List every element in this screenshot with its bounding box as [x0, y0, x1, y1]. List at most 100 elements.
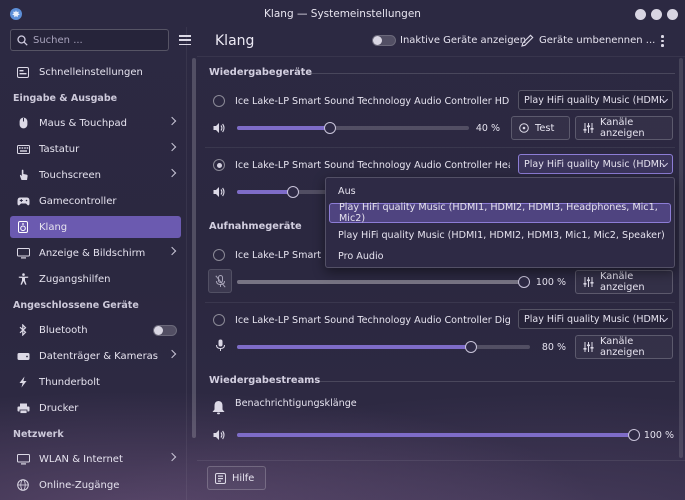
search-field[interactable] — [10, 29, 169, 51]
sidebar-scrollbar[interactable] — [192, 58, 196, 438]
sidebar-item-touchscreen[interactable]: Touchscreen — [10, 164, 181, 186]
help-icon — [215, 472, 226, 484]
recording-device-1-channels-button[interactable]: Kanäle anzeigen — [575, 270, 673, 294]
speaker-volume-icon[interactable] — [212, 121, 226, 135]
sidebar-item-label: Online-Zugänge — [39, 479, 120, 491]
inactive-devices-toggle[interactable] — [372, 35, 396, 46]
settings-window: Klang — Systemeinstellungen Schnelleinst… — [0, 0, 685, 500]
microphone-muted-icon — [215, 275, 226, 288]
row-divider — [205, 302, 675, 303]
playback-device-1-volume-slider[interactable] — [237, 122, 469, 134]
playback-device-2-radio[interactable] — [213, 159, 225, 171]
sidebar-item-storage-cameras[interactable]: Datenträger & Kameras — [10, 345, 181, 367]
content-scrollbar[interactable] — [679, 58, 683, 458]
gamepad-icon — [16, 194, 30, 208]
recording-device-2-radio[interactable] — [213, 314, 225, 326]
recording-device-2-volume-slider[interactable] — [237, 341, 530, 353]
profile-dropdown-menu: Aus Play HiFi quality Music (HDMI1, HDMI… — [325, 177, 675, 268]
speaker-volume-icon[interactable] — [212, 185, 226, 199]
mute-microphone-button[interactable] — [208, 269, 232, 293]
slider-fill — [237, 280, 530, 284]
recording-device-1-radio[interactable] — [213, 249, 225, 261]
profile-option-hifi-speaker[interactable]: Play HiFi quality Music (HDMI1, HDMI2, H… — [329, 225, 671, 245]
help-button[interactable]: Hilfe — [207, 466, 266, 490]
sidebar-item-accessibility[interactable]: Zugangshilfen — [10, 268, 181, 290]
recording-device-1-volume-value: 100 % — [535, 277, 566, 288]
maximize-button[interactable] — [651, 9, 662, 20]
profile-option-pro-audio[interactable]: Pro Audio — [329, 246, 671, 266]
sidebar-item-bluetooth[interactable]: Bluetooth — [10, 319, 181, 341]
globe-icon — [16, 478, 30, 492]
profile-select-value: Play HiFi quality Music (HDMI1, HDMI2, H… — [524, 94, 664, 106]
playback-streams-heading: Wiedergabestreams — [209, 375, 321, 386]
recording-device-2-volume-value: 80 % — [541, 342, 566, 353]
test-button[interactable]: Test — [511, 116, 570, 140]
channels-button-label: Kanäle anzeigen — [600, 117, 645, 139]
sidebar-item-label: Tastatur — [39, 143, 80, 155]
more-options-icon[interactable] — [661, 35, 664, 49]
profile-option-off[interactable]: Aus — [329, 181, 671, 201]
profile-select-value: Play HiFi quality Music (HDMI1, HDMI2, H… — [524, 158, 664, 170]
sidebar-item-online-accounts[interactable]: Online-Zugänge — [10, 474, 181, 496]
chevron-right-icon — [167, 452, 177, 462]
playback-device-1-profile-select[interactable]: Play HiFi quality Music (HDMI1, HDMI2, H… — [518, 90, 673, 110]
slider-fill — [237, 190, 293, 194]
profile-option-hifi-headphones[interactable]: Play HiFi quality Music (HDMI1, HDMI2, H… — [329, 202, 671, 224]
channels-button-label: Kanäle anzeigen — [600, 336, 645, 358]
stream-volume-slider[interactable] — [237, 429, 640, 441]
sidebar-item-quick-settings[interactable]: Schnelleinstellungen — [10, 61, 181, 83]
speaker-volume-icon[interactable] — [212, 428, 226, 442]
playback-device-1-radio[interactable] — [213, 95, 225, 107]
playback-device-1-channels-button[interactable]: Kanäle anzeigen — [575, 116, 673, 140]
sidebar-item-label: Anzeige & Bildschirm — [39, 247, 146, 259]
window-title: Klang — Systemeinstellungen — [264, 7, 421, 20]
sidebar-item-printers[interactable]: Drucker — [10, 397, 181, 419]
sidebar-item-gamecontroller[interactable]: Gamecontroller — [10, 190, 181, 212]
sidebar-item-label: Schnelleinstellungen — [39, 66, 143, 78]
minimize-button[interactable] — [635, 9, 646, 20]
equalizer-icon — [583, 123, 594, 133]
playback-device-2-profile-select[interactable]: Play HiFi quality Music (HDMI1, HDMI2, H… — [518, 154, 673, 174]
slider-handle[interactable] — [323, 122, 336, 134]
title-bar: Klang — Systemeinstellungen — [0, 0, 685, 27]
recording-device-2-channels-button[interactable]: Kanäle anzeigen — [575, 335, 673, 359]
slider-handle[interactable] — [518, 276, 530, 288]
search-input[interactable] — [33, 34, 163, 46]
sidebar-item-label: Gamecontroller — [39, 195, 117, 207]
sidebar-item-wifi-internet[interactable]: WLAN & Internet — [10, 448, 181, 470]
sidebar-item-mouse-touchpad[interactable]: Maus & Touchpad — [10, 112, 181, 134]
rename-devices-button[interactable]: Geräte umbenennen ... — [539, 35, 655, 46]
notification-bell-icon — [212, 401, 225, 415]
help-button-label: Hilfe — [232, 472, 255, 484]
quick-settings-icon — [16, 65, 30, 79]
page-title: Klang — [215, 33, 255, 49]
slider-handle[interactable] — [286, 186, 299, 198]
sidebar-item-sound[interactable]: Klang — [10, 216, 181, 238]
section-connected-devices: Angeschlossene Geräte — [13, 300, 139, 311]
sidebar-item-thunderbolt[interactable]: Thunderbolt — [10, 371, 181, 393]
inactive-devices-label[interactable]: Inaktive Geräte anzeigen — [400, 35, 526, 46]
microphone-icon[interactable] — [215, 339, 226, 352]
slider-fill — [237, 126, 330, 130]
slider-handle[interactable] — [628, 429, 640, 441]
recording-devices-heading: Aufnahmegeräte — [209, 221, 302, 232]
search-icon — [17, 34, 28, 46]
sidebar-item-keyboard[interactable]: Tastatur — [10, 138, 181, 160]
profile-select-value: Play HiFi quality Music (HDMI1, HDMI2, H… — [524, 313, 664, 325]
footer-divider — [197, 460, 685, 461]
recording-device-2-profile-select[interactable]: Play HiFi quality Music (HDMI1, HDMI2, H… — [518, 309, 673, 329]
pencil-icon[interactable] — [521, 34, 534, 47]
menu-icon[interactable] — [179, 35, 191, 46]
playback-device-1-volume-value: 40 % — [475, 123, 500, 134]
bluetooth-toggle[interactable] — [153, 325, 177, 336]
drive-icon — [16, 349, 30, 363]
row-divider — [205, 147, 675, 148]
recording-device-1-volume-slider[interactable] — [237, 276, 530, 288]
close-button[interactable] — [667, 9, 678, 20]
test-button-label: Test — [535, 122, 555, 134]
touch-hand-icon — [16, 168, 30, 182]
sidebar-item-label: Datenträger & Kameras — [39, 350, 159, 362]
sidebar-item-display[interactable]: Anzeige & Bildschirm — [10, 242, 181, 264]
slider-handle[interactable] — [465, 341, 478, 353]
printer-icon — [16, 401, 30, 415]
